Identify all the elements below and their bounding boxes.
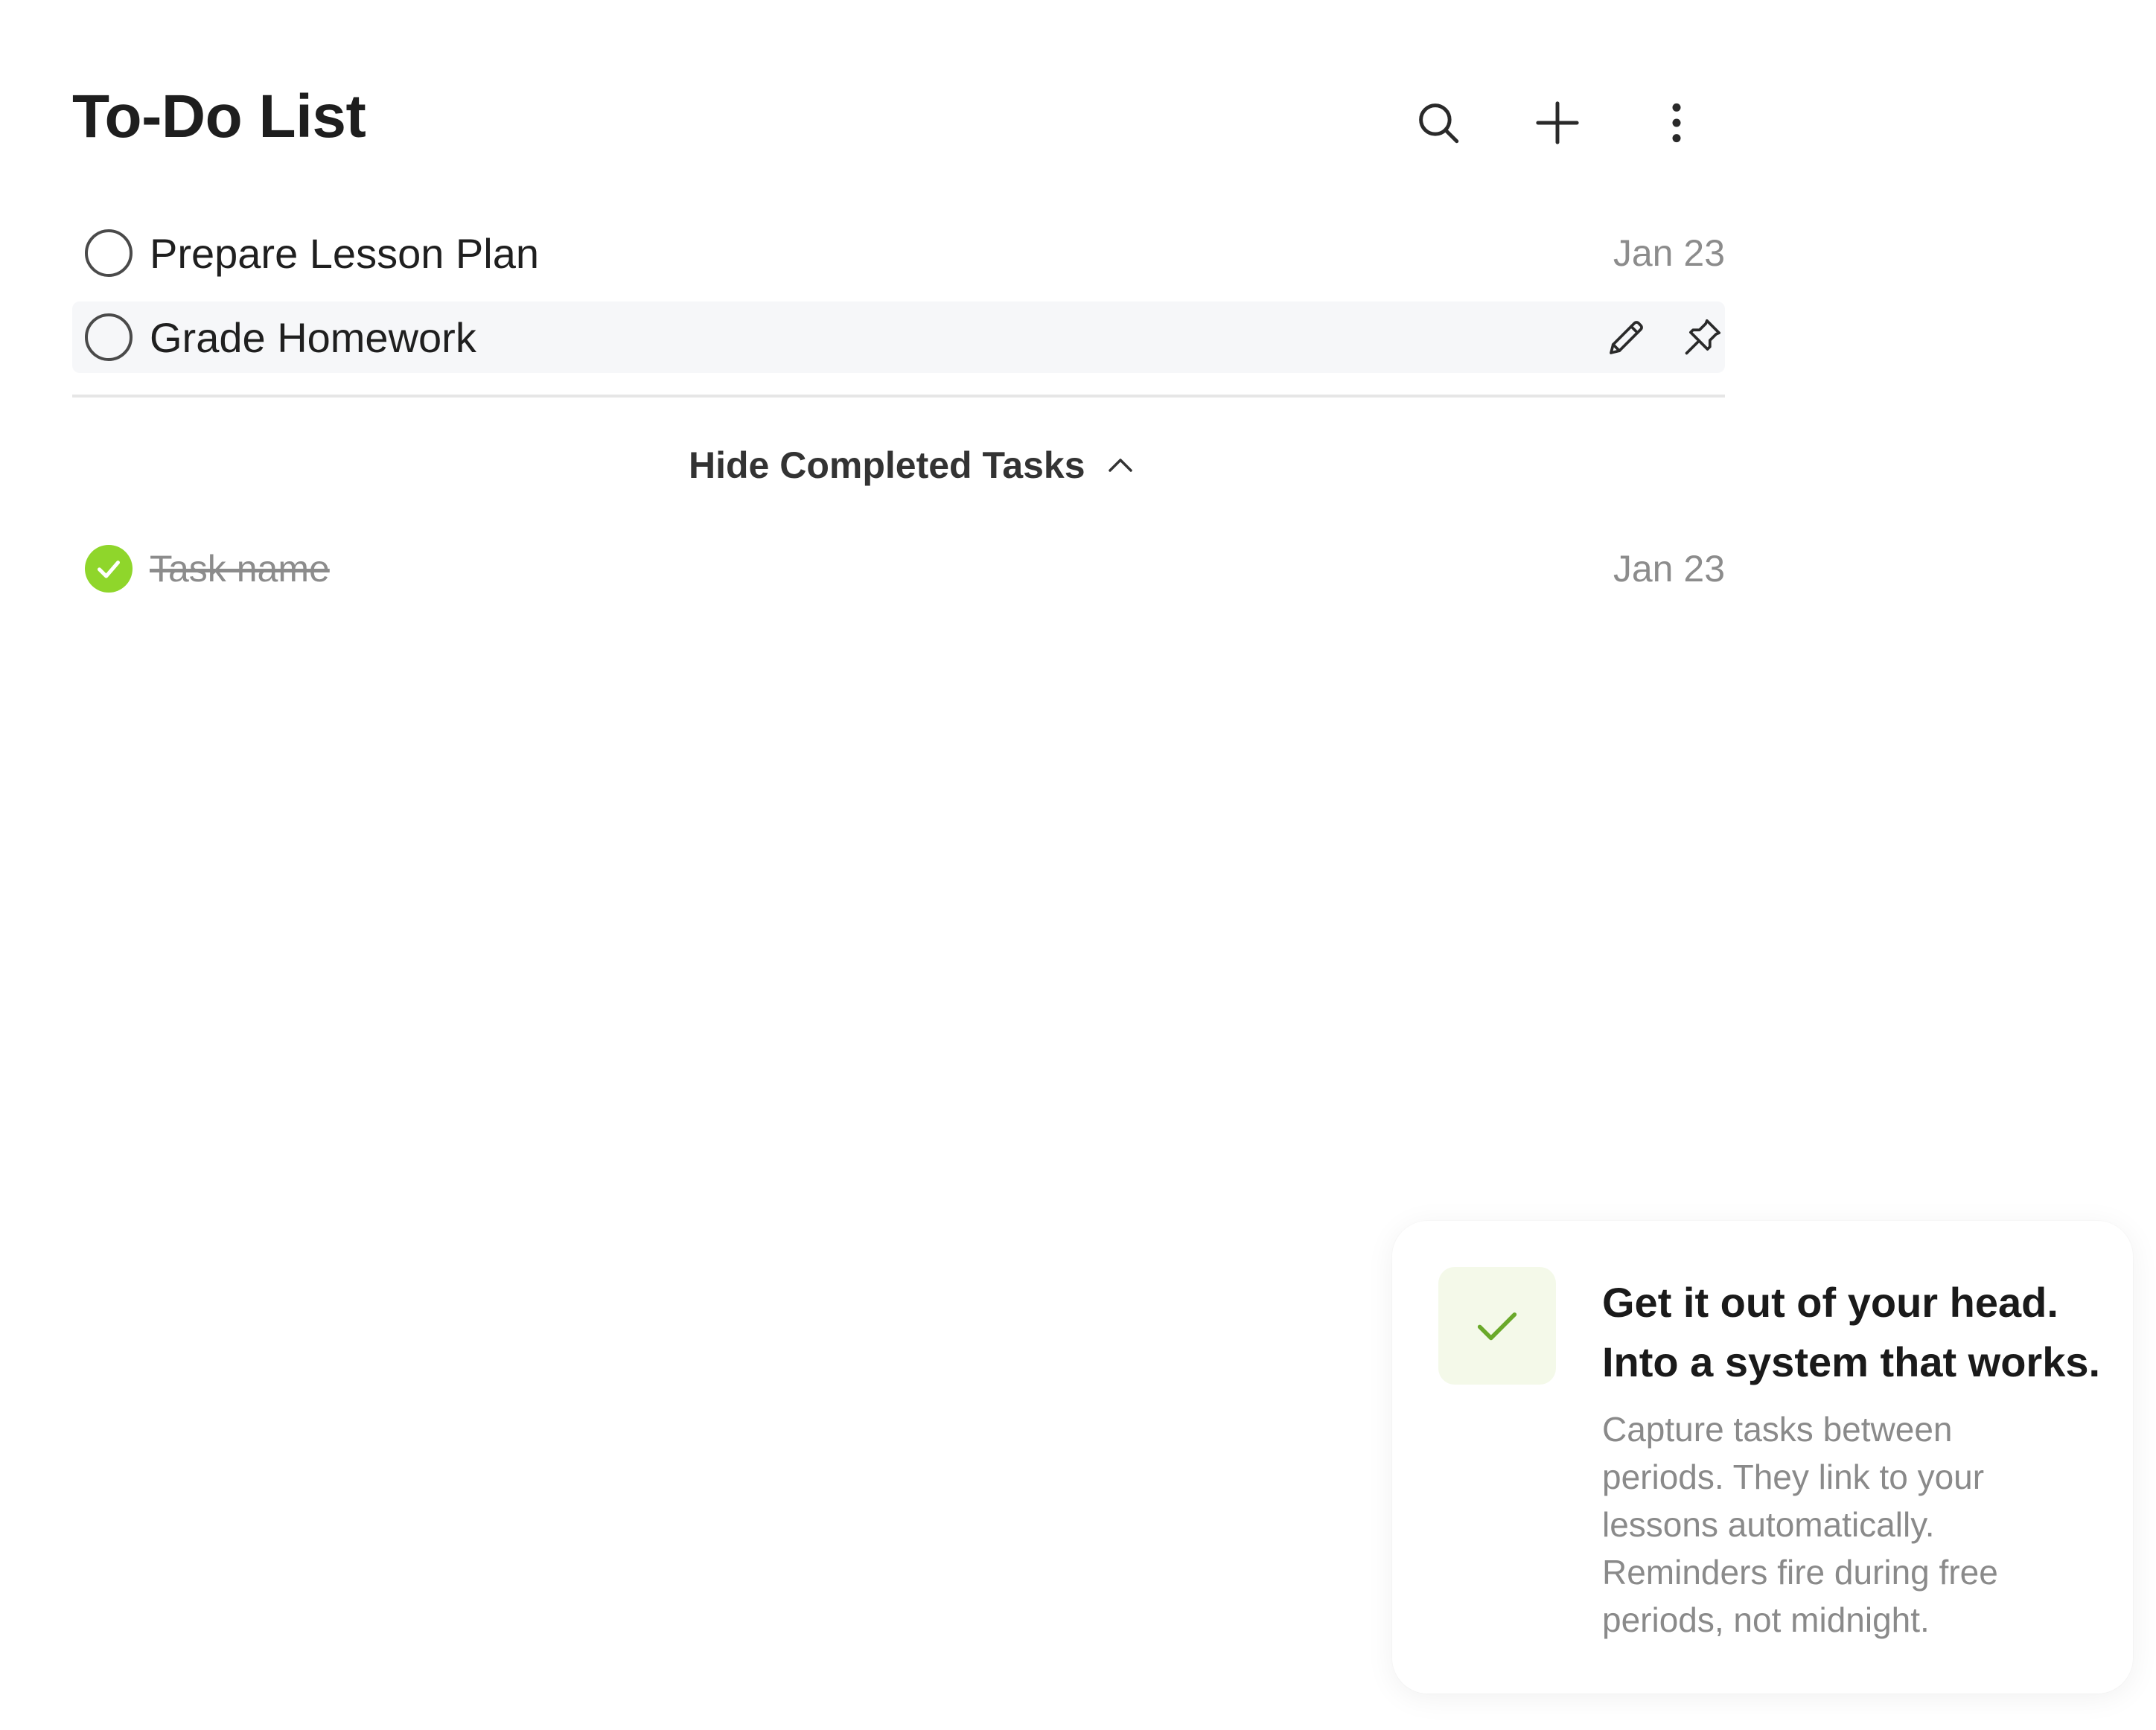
more-vertical-icon	[1672, 103, 1681, 143]
card-body: Capture tasks between periods. They link…	[1602, 1410, 1998, 1639]
card-title-line2: Into a system that works.	[1602, 1338, 2101, 1385]
task-row[interactable]: Prepare Lesson Plan Jan 23	[72, 217, 1725, 289]
completed-checkbox[interactable]	[85, 545, 133, 593]
plus-icon	[1536, 101, 1579, 144]
completed-task-row[interactable]: Task name Jan 23	[72, 533, 1725, 604]
task-name: Task name	[150, 548, 330, 590]
card-title: Get it out of your head. Into a system t…	[1602, 1273, 2116, 1392]
checkmark-icon	[98, 561, 120, 578]
task-checkbox[interactable]	[85, 229, 133, 277]
task-actions	[1604, 301, 1725, 373]
edit-task-button[interactable]	[1604, 315, 1649, 360]
header: To-Do List	[72, 74, 1725, 171]
onboarding-card: Get it out of your head. Into a system t…	[1392, 1221, 2133, 1694]
task-name: Grade Homework	[150, 313, 476, 361]
pencil-icon	[1610, 321, 1643, 354]
search-icon	[1419, 103, 1459, 144]
check-icon	[1477, 1312, 1517, 1341]
add-task-button[interactable]	[1524, 89, 1591, 156]
pin-icon	[1685, 319, 1721, 355]
more-options-button[interactable]	[1643, 89, 1710, 156]
search-button[interactable]	[1405, 89, 1472, 156]
card-title-line1: Get it out of your head.	[1602, 1279, 2058, 1326]
pin-task-button[interactable]	[1680, 315, 1725, 360]
task-date: Jan 23	[1613, 232, 1725, 274]
task-checkbox[interactable]	[85, 313, 133, 361]
chevron-up-icon	[1108, 459, 1132, 472]
todo-page: To-Do List Prepare Lesson Plan Jan 23 Gr…	[0, 0, 2156, 1730]
task-row[interactable]: Grade Homework	[72, 301, 1725, 373]
divider	[72, 395, 1725, 398]
card-icon-tile	[1438, 1267, 1556, 1385]
hide-completed-toggle[interactable]: Hide Completed Tasks	[689, 435, 1136, 495]
page-title: To-Do List	[72, 83, 366, 150]
task-date: Jan 23	[1613, 548, 1725, 590]
hide-completed-label: Hide Completed Tasks	[689, 444, 1085, 486]
task-name: Prepare Lesson Plan	[150, 229, 540, 277]
